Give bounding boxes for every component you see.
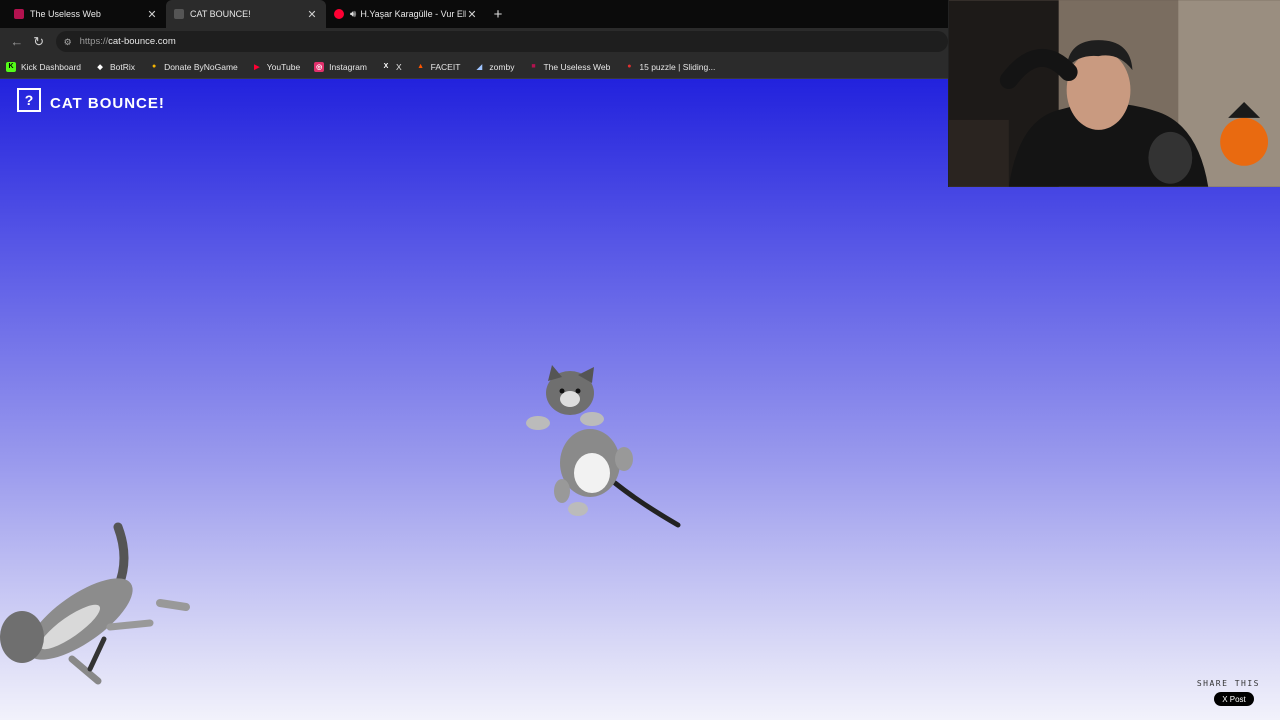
bookmark-label: Instagram <box>329 61 367 72</box>
bouncing-cat-center[interactable] <box>520 363 690 533</box>
bookmark-kick-dashboard[interactable]: K Kick Dashboard <box>6 61 82 72</box>
bookmark-label: zomby <box>489 61 515 72</box>
tab-useless-web[interactable]: The Useless Web ✕ <box>6 0 166 28</box>
tab-bar: The Useless Web ✕ CAT BOUNCE! ✕ 🔊︎ H.Yaş… <box>0 0 948 28</box>
bouncing-cat-left[interactable] <box>0 519 200 699</box>
new-tab-button[interactable]: + <box>486 0 510 28</box>
bynogame-icon: ● <box>151 63 157 70</box>
tab-close-icon[interactable]: ✕ <box>306 8 318 21</box>
bookmark-label: 15 puzzle | Sliding... <box>639 61 716 72</box>
cat-bounce-favicon-icon <box>174 9 184 19</box>
tab-youtube-music[interactable]: 🔊︎ H.Yaşar Karagülle - Vur Elleri ✕ <box>326 0 486 28</box>
tab-close-icon[interactable]: ✕ <box>146 8 158 21</box>
bookmark-label: Kick Dashboard <box>21 61 82 72</box>
bookmark-youtube[interactable]: ▶ YouTube <box>252 62 300 72</box>
reload-button[interactable]: ↻ <box>28 31 50 53</box>
bookmark-label: Donate ByNoGame <box>164 61 238 72</box>
tab-close-icon[interactable]: ✕ <box>466 8 478 21</box>
bookmark-donate-bynogame[interactable]: ● Donate ByNoGame <box>149 62 238 72</box>
bookmark-label: The Useless Web <box>543 61 611 72</box>
screen: The Useless Web ✕ CAT BOUNCE! ✕ 🔊︎ H.Yaş… <box>0 0 1280 720</box>
bookmark-zomby[interactable]: ◢ zomby <box>474 61 515 72</box>
bookmark-label: BotRix <box>110 61 136 72</box>
bookmark-label: YouTube <box>266 61 301 72</box>
back-arrow-icon: ← <box>10 34 24 49</box>
speaker-icon[interactable]: 🔊︎ <box>350 9 356 20</box>
zomby-icon: ◢ <box>476 63 483 71</box>
instagram-icon: ◎ <box>314 61 325 72</box>
bookmark-useless-web[interactable]: ■ The Useless Web <box>528 62 610 72</box>
faceit-icon: ▲ <box>417 63 425 70</box>
back-button[interactable]: ← <box>6 31 28 53</box>
tab-title: CAT BOUNCE! <box>190 9 251 19</box>
tab-title: H.Yaşar Karagülle - Vur Elleri <box>360 9 466 19</box>
url-host: cat-bounce.com <box>108 36 176 47</box>
bookmark-faceit[interactable]: ▲ FACEIT <box>416 61 461 72</box>
webcam-overlay <box>948 0 1280 187</box>
site-info-icon[interactable]: ⚙ <box>64 37 74 47</box>
page-title: CAT BOUNCE! <box>50 95 165 112</box>
address-bar[interactable]: ⚙ https://cat-bounce.com <box>55 31 948 52</box>
bookmark-instagram[interactable]: ◎ Instagram <box>314 61 367 72</box>
bookmark-label: X <box>395 61 402 72</box>
tab-title: The Useless Web <box>30 9 101 19</box>
youtube-icon: ▶ <box>254 63 260 71</box>
useless-web-icon: ■ <box>531 63 536 70</box>
useless-web-favicon-icon <box>14 9 24 19</box>
botrix-icon: ◆ <box>97 63 103 71</box>
bookmark-label: FACEIT <box>430 61 461 72</box>
kick-icon: K <box>6 61 16 72</box>
youtube-favicon-icon <box>334 9 344 19</box>
x-icon: X <box>383 63 389 70</box>
bookmark-15-puzzle[interactable]: ● 15 puzzle | Sliding... <box>624 62 715 72</box>
x-post-button[interactable]: X Post <box>1214 692 1254 706</box>
bookmarks-bar: K Kick Dashboard ◆ BotRix ● Donate ByNoGame… <box>0 55 948 79</box>
tab-cat-bounce[interactable]: CAT BOUNCE! ✕ <box>166 0 326 28</box>
bookmark-x[interactable]: XX <box>381 62 402 72</box>
help-button[interactable]: ? <box>17 88 41 112</box>
share-label: SHARE THIS <box>1196 679 1260 688</box>
puzzle-icon: ● <box>627 63 632 70</box>
url-scheme: https:// <box>79 36 109 47</box>
bookmark-botrix[interactable]: ◆ BotRix <box>95 62 135 72</box>
reload-icon: ↻ <box>33 33 45 49</box>
browser-toolbar: ← ↻ ⚙ https://cat-bounce.com <box>0 28 948 55</box>
